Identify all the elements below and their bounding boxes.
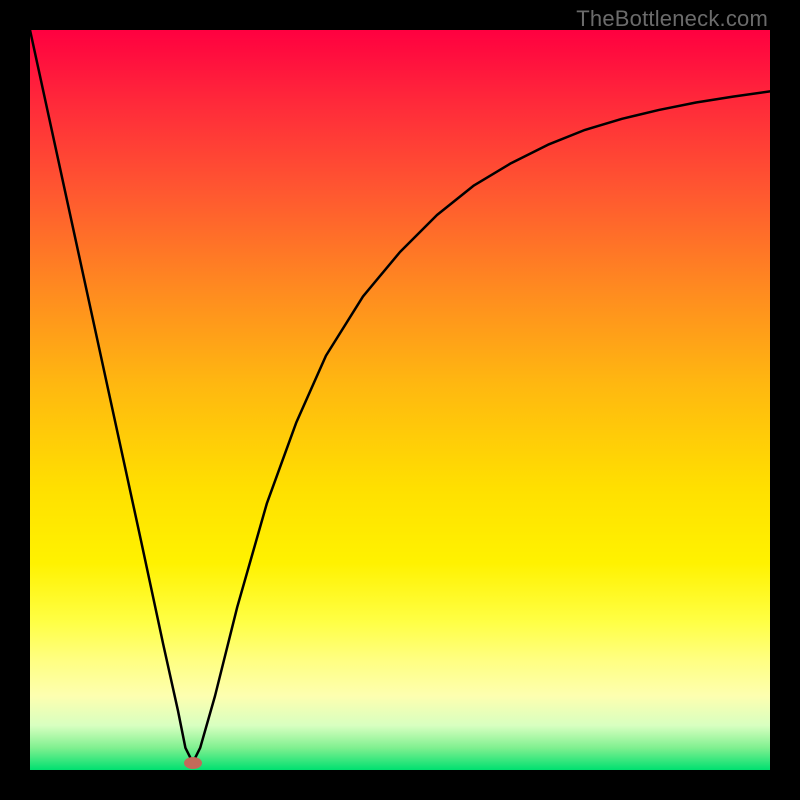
plot-area [30,30,770,770]
chart-frame: TheBottleneck.com [0,0,800,800]
bottleneck-curve [30,30,770,770]
watermark-text: TheBottleneck.com [576,6,768,32]
optimal-point-marker [184,757,202,769]
